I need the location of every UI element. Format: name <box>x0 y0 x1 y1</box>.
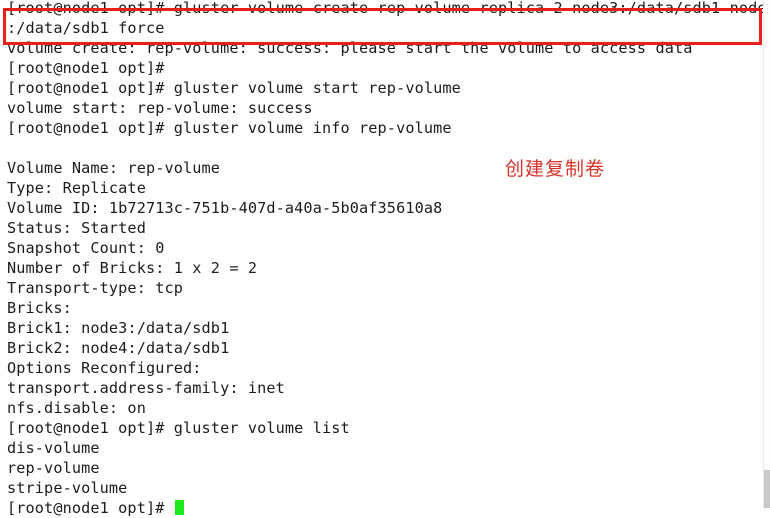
annotation-create-replicated-volume: 创建复制卷 <box>505 158 606 180</box>
terminal-line: Snapshot Count: 0 <box>7 239 165 257</box>
terminal-line: dis-volume <box>7 439 100 457</box>
terminal-line: [root@node1 opt]# gluster volume start r… <box>7 79 461 97</box>
terminal-line: Number of Bricks: 1 x 2 = 2 <box>7 259 258 277</box>
terminal-line: Type: Replicate <box>7 179 146 197</box>
terminal-line: Volume Name: rep-volume <box>7 159 221 177</box>
terminal-line: Status: Started <box>7 219 146 237</box>
terminal-line: :/data/sdb1 force <box>7 19 165 37</box>
shell-prompt: [root@node1 opt]# <box>7 499 174 517</box>
text-cursor <box>174 500 185 515</box>
terminal-line: volume start: rep-volume: success <box>7 99 313 117</box>
terminal-line: [root@node1 opt]# gluster volume info re… <box>7 119 452 137</box>
terminal-line: stripe-volume <box>7 479 128 497</box>
terminal-prompt-line[interactable]: [root@node1 opt]# <box>7 498 770 518</box>
terminal-line: [root@node1 opt]# <box>7 59 165 77</box>
terminal-line: transport.address-family: inet <box>7 379 285 397</box>
terminal-line: [root@node1 opt]# gluster volume list <box>7 419 350 437</box>
terminal-line: Transport-type: tcp <box>7 279 184 297</box>
terminal-line: Brick1: node3:/data/sdb1 <box>7 319 230 337</box>
terminal-line: nfs.disable: on <box>7 399 146 417</box>
scrollbar-thumb[interactable] <box>764 470 770 508</box>
terminal-line: Volume ID: 1b72713c-751b-407d-a40a-5b0af… <box>7 199 443 217</box>
terminal-window[interactable]: [root@node1 opt]# [root@node1 opt]# glus… <box>0 0 770 517</box>
terminal-line: Brick2: node4:/data/sdb1 <box>7 339 230 357</box>
terminal-line: Options Reconfigured: <box>7 359 202 377</box>
scrollbar-track[interactable] <box>763 0 770 510</box>
terminal-output: [root@node1 opt]# [root@node1 opt]# glus… <box>0 0 770 518</box>
terminal-line: volume create: rep-volume: success: plea… <box>7 39 693 57</box>
terminal-line: [root@node1 opt]# gluster volume create … <box>7 0 770 17</box>
terminal-line: Bricks: <box>7 299 72 317</box>
terminal-line: rep-volume <box>7 459 100 477</box>
